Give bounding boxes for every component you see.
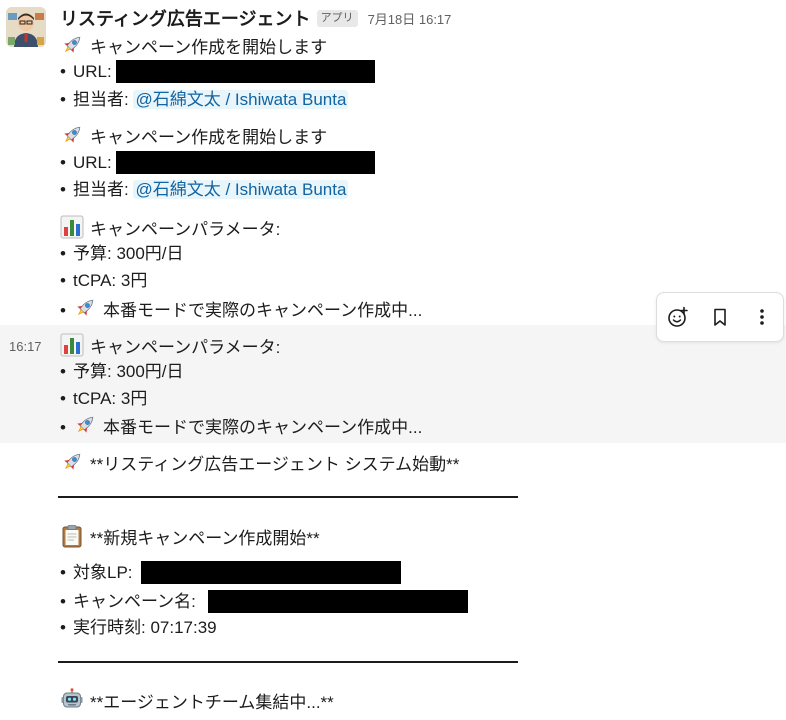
redacted-lp: [141, 561, 401, 584]
avatar-illustration: [6, 7, 46, 47]
list-item: • 予算: 300円/日: [60, 242, 184, 266]
owner-label: 担当者:: [73, 180, 129, 199]
more-actions-button[interactable]: [746, 301, 778, 333]
list-item: • 本番モードで実際のキャンペーン作成中...: [60, 296, 422, 320]
campaign-name-label: キャンペーン名:: [73, 592, 196, 611]
bookmark-icon: [714, 308, 726, 326]
message-text: キャンペーン作成を開始します: [90, 37, 328, 57]
message-header: リスティング広告エージェント アプリ 7月18日 16:17: [60, 6, 451, 30]
divider: [58, 661, 518, 663]
list-item: • tCPA: 3円: [60, 269, 147, 293]
add-reaction-button[interactable]: [662, 301, 694, 333]
url-label: URL:: [73, 62, 112, 81]
rocket-icon: [60, 450, 84, 481]
bullet: •: [60, 180, 66, 199]
message-line: キャンペーンパラメータ:: [60, 215, 280, 239]
clipboard-icon: [60, 524, 84, 555]
app-badge: アプリ: [316, 9, 358, 27]
message-text: **新規キャンペーン作成開始**: [90, 528, 320, 548]
lp-label: 対象LP:: [73, 563, 133, 582]
list-item: • URL:: [60, 151, 112, 175]
list-item: • tCPA: 3円: [60, 387, 147, 411]
user-mention[interactable]: @石綿文太 / Ishiwata Bunta: [133, 90, 349, 109]
bullet: •: [60, 244, 66, 263]
more-icon: [760, 309, 764, 325]
message-line: **エージェントチーム集結中...**: [60, 688, 334, 712]
list-item: • 対象LP:: [60, 561, 133, 585]
message-actions-toolbar: [656, 292, 784, 342]
bullet: •: [60, 563, 66, 582]
list-item: • キャンペーン名:: [60, 590, 196, 614]
bullet: •: [60, 362, 66, 381]
owner-label: 担当者:: [73, 90, 129, 109]
message-line: キャンペーン作成を開始します: [60, 123, 327, 147]
tcpa-text: tCPA: 3円: [73, 271, 148, 290]
bullet: •: [60, 300, 66, 320]
message-line: **新規キャンペーン作成開始**: [60, 524, 320, 548]
url-label: URL:: [73, 153, 112, 172]
save-for-later-button[interactable]: [704, 301, 736, 333]
add-reaction-icon: [668, 306, 688, 327]
bullet: •: [60, 271, 66, 290]
message-line: **リスティング広告エージェント システム始動**: [60, 450, 459, 474]
execution-time: 実行時刻: 07:17:39: [73, 618, 217, 637]
user-mention[interactable]: @石綿文太 / Ishiwata Bunta: [133, 180, 349, 199]
bullet: •: [60, 417, 66, 437]
message-text: キャンペーン作成を開始します: [90, 127, 328, 147]
bullet: •: [60, 389, 66, 408]
robot-icon: [60, 688, 84, 719]
bullet: •: [60, 153, 66, 172]
app-avatar[interactable]: [6, 7, 46, 47]
bullet: •: [60, 592, 66, 611]
list-item: • 担当者: @石綿文太 / Ishiwata Bunta: [60, 178, 349, 202]
list-item: • 担当者: @石綿文太 / Ishiwata Bunta: [60, 88, 349, 112]
rocket-icon: [60, 123, 84, 154]
hover-timestamp[interactable]: 16:17: [9, 339, 42, 355]
redacted-url: [116, 151, 375, 174]
rocket-icon: [73, 296, 97, 327]
bullet: •: [60, 618, 66, 637]
divider: [58, 496, 518, 498]
mode-text: 本番モードで実際のキャンペーン作成中...: [103, 300, 423, 320]
bullet: •: [60, 62, 66, 81]
budget-text: 予算: 300円/日: [73, 362, 184, 381]
list-item: • 実行時刻: 07:17:39: [60, 616, 217, 640]
message-line: キャンペーン作成を開始します: [60, 33, 327, 57]
message-line: キャンペーンパラメータ:: [60, 333, 280, 357]
message-text: **エージェントチーム集結中...**: [90, 692, 334, 712]
mode-text: 本番モードで実際のキャンペーン作成中...: [103, 417, 423, 437]
message-timestamp[interactable]: 7月18日 16:17: [368, 9, 452, 28]
redacted-url: [116, 60, 375, 83]
redacted-campaign-name: [208, 590, 468, 613]
list-item: • 予算: 300円/日: [60, 360, 184, 384]
message-text: キャンペーンパラメータ:: [90, 219, 281, 239]
rocket-icon: [73, 413, 97, 444]
message-text: キャンペーンパラメータ:: [90, 337, 281, 357]
message-text: **リスティング広告エージェント システム始動**: [90, 454, 460, 474]
list-item: • URL:: [60, 60, 112, 84]
budget-text: 予算: 300円/日: [73, 244, 184, 263]
bullet: •: [60, 90, 66, 109]
tcpa-text: tCPA: 3円: [73, 389, 148, 408]
sender-name[interactable]: リスティング広告エージェント: [60, 5, 311, 31]
list-item: • 本番モードで実際のキャンペーン作成中...: [60, 413, 422, 437]
